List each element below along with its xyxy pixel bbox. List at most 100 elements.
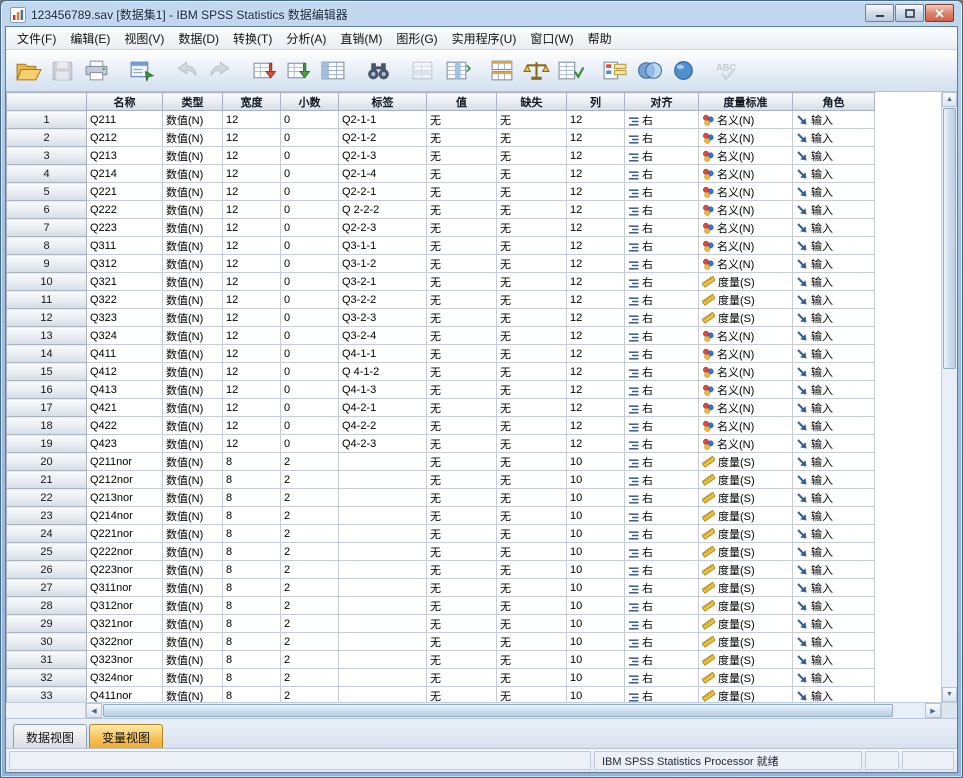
cell-measure[interactable]: 度量(S) [699, 633, 793, 651]
cell-columns[interactable]: 10 [567, 453, 625, 471]
cell-measure[interactable]: 度量(S) [699, 309, 793, 327]
cell-label[interactable]: Q2-2-3 [339, 219, 427, 237]
cell-role[interactable]: 输入 [793, 345, 875, 363]
cell-type[interactable]: 数值(N) [163, 219, 223, 237]
cell-values[interactable]: 无 [427, 237, 497, 255]
cell-decimals[interactable]: 0 [281, 327, 339, 345]
cell-missing[interactable]: 无 [497, 525, 567, 543]
cell-measure[interactable]: 名义(N) [699, 345, 793, 363]
cell-width[interactable]: 12 [223, 399, 281, 417]
cell-name[interactable]: Q214nor [87, 507, 163, 525]
cell-width[interactable]: 12 [223, 381, 281, 399]
cell-align[interactable]: 右 [625, 561, 699, 579]
cell-width[interactable]: 8 [223, 489, 281, 507]
cell-values[interactable]: 无 [427, 147, 497, 165]
cell-values[interactable]: 无 [427, 633, 497, 651]
cell-measure[interactable]: 度量(S) [699, 597, 793, 615]
cell-align[interactable]: 右 [625, 219, 699, 237]
cell-type[interactable]: 数值(N) [163, 129, 223, 147]
row-number[interactable]: 32 [7, 669, 87, 687]
cell-missing[interactable]: 无 [497, 435, 567, 453]
cell-align[interactable]: 右 [625, 291, 699, 309]
row-number[interactable]: 9 [7, 255, 87, 273]
cell-name[interactable]: Q312nor [87, 597, 163, 615]
menu-item-2[interactable]: 编辑(E) [63, 27, 117, 50]
column-header-decimals[interactable]: 小数 [281, 93, 339, 111]
cell-columns[interactable]: 12 [567, 309, 625, 327]
scroll-right-button[interactable]: ▶ [925, 703, 941, 718]
cell-width[interactable]: 8 [223, 525, 281, 543]
horizontal-scroll-track[interactable] [102, 703, 925, 718]
cell-align[interactable]: 右 [625, 471, 699, 489]
cell-role[interactable]: 输入 [793, 435, 875, 453]
cell-measure[interactable]: 度量(S) [699, 669, 793, 687]
horizontal-scroll-thumb[interactable] [103, 704, 893, 717]
cell-measure[interactable]: 度量(S) [699, 525, 793, 543]
cell-role[interactable]: 输入 [793, 471, 875, 489]
cell-decimals[interactable]: 2 [281, 507, 339, 525]
cell-name[interactable]: Q221 [87, 183, 163, 201]
cell-align[interactable]: 右 [625, 237, 699, 255]
cell-name[interactable]: Q221nor [87, 525, 163, 543]
cell-measure[interactable]: 名义(N) [699, 417, 793, 435]
cell-label[interactable] [339, 489, 427, 507]
cell-role[interactable]: 输入 [793, 327, 875, 345]
cell-columns[interactable]: 12 [567, 183, 625, 201]
cell-align[interactable]: 右 [625, 255, 699, 273]
cell-measure[interactable]: 名义(N) [699, 435, 793, 453]
cell-role[interactable]: 输入 [793, 561, 875, 579]
cell-columns[interactable]: 12 [567, 255, 625, 273]
cell-role[interactable]: 输入 [793, 669, 875, 687]
cell-name[interactable]: Q411 [87, 345, 163, 363]
cell-name[interactable]: Q311 [87, 237, 163, 255]
cell-values[interactable]: 无 [427, 525, 497, 543]
row-number[interactable]: 3 [7, 147, 87, 165]
maximize-button[interactable] [895, 4, 924, 22]
cell-name[interactable]: Q323nor [87, 651, 163, 669]
row-number[interactable]: 17 [7, 399, 87, 417]
cell-decimals[interactable]: 0 [281, 417, 339, 435]
cell-type[interactable]: 数值(N) [163, 507, 223, 525]
cell-decimals[interactable]: 0 [281, 291, 339, 309]
open-data-button[interactable] [11, 54, 45, 88]
cell-align[interactable]: 右 [625, 399, 699, 417]
title-bar[interactable]: 123456789.sav [数据集1] - IBM SPSS Statisti… [5, 1, 958, 26]
cell-width[interactable]: 8 [223, 669, 281, 687]
cell-width[interactable]: 8 [223, 561, 281, 579]
cell-label[interactable] [339, 597, 427, 615]
cell-missing[interactable]: 无 [497, 633, 567, 651]
cell-label[interactable] [339, 453, 427, 471]
row-number[interactable]: 7 [7, 219, 87, 237]
cell-type[interactable]: 数值(N) [163, 201, 223, 219]
cell-type[interactable]: 数值(N) [163, 183, 223, 201]
cell-label[interactable] [339, 561, 427, 579]
cell-missing[interactable]: 无 [497, 507, 567, 525]
insert-variable-button[interactable] [440, 54, 474, 88]
cell-type[interactable]: 数值(N) [163, 381, 223, 399]
row-number[interactable]: 30 [7, 633, 87, 651]
find-button[interactable] [361, 54, 395, 88]
cell-name[interactable]: Q324 [87, 327, 163, 345]
cell-width[interactable]: 12 [223, 417, 281, 435]
cell-columns[interactable]: 12 [567, 273, 625, 291]
cell-label[interactable]: Q4-1-3 [339, 381, 427, 399]
cell-values[interactable]: 无 [427, 363, 497, 381]
cell-type[interactable]: 数值(N) [163, 147, 223, 165]
cell-columns[interactable]: 10 [567, 651, 625, 669]
cell-name[interactable]: Q312 [87, 255, 163, 273]
cell-name[interactable]: Q212 [87, 129, 163, 147]
cell-width[interactable]: 12 [223, 237, 281, 255]
cell-measure[interactable]: 度量(S) [699, 561, 793, 579]
cell-label[interactable]: Q3-2-2 [339, 291, 427, 309]
cell-label[interactable]: Q3-1-2 [339, 255, 427, 273]
cell-type[interactable]: 数值(N) [163, 363, 223, 381]
cell-role[interactable]: 输入 [793, 633, 875, 651]
cell-values[interactable]: 无 [427, 507, 497, 525]
menu-item-4[interactable]: 数据(D) [171, 27, 226, 50]
cell-values[interactable]: 无 [427, 399, 497, 417]
cell-name[interactable]: Q211 [87, 111, 163, 129]
cell-type[interactable]: 数值(N) [163, 111, 223, 129]
row-number[interactable]: 8 [7, 237, 87, 255]
cell-align[interactable]: 右 [625, 597, 699, 615]
cell-name[interactable]: Q213 [87, 147, 163, 165]
